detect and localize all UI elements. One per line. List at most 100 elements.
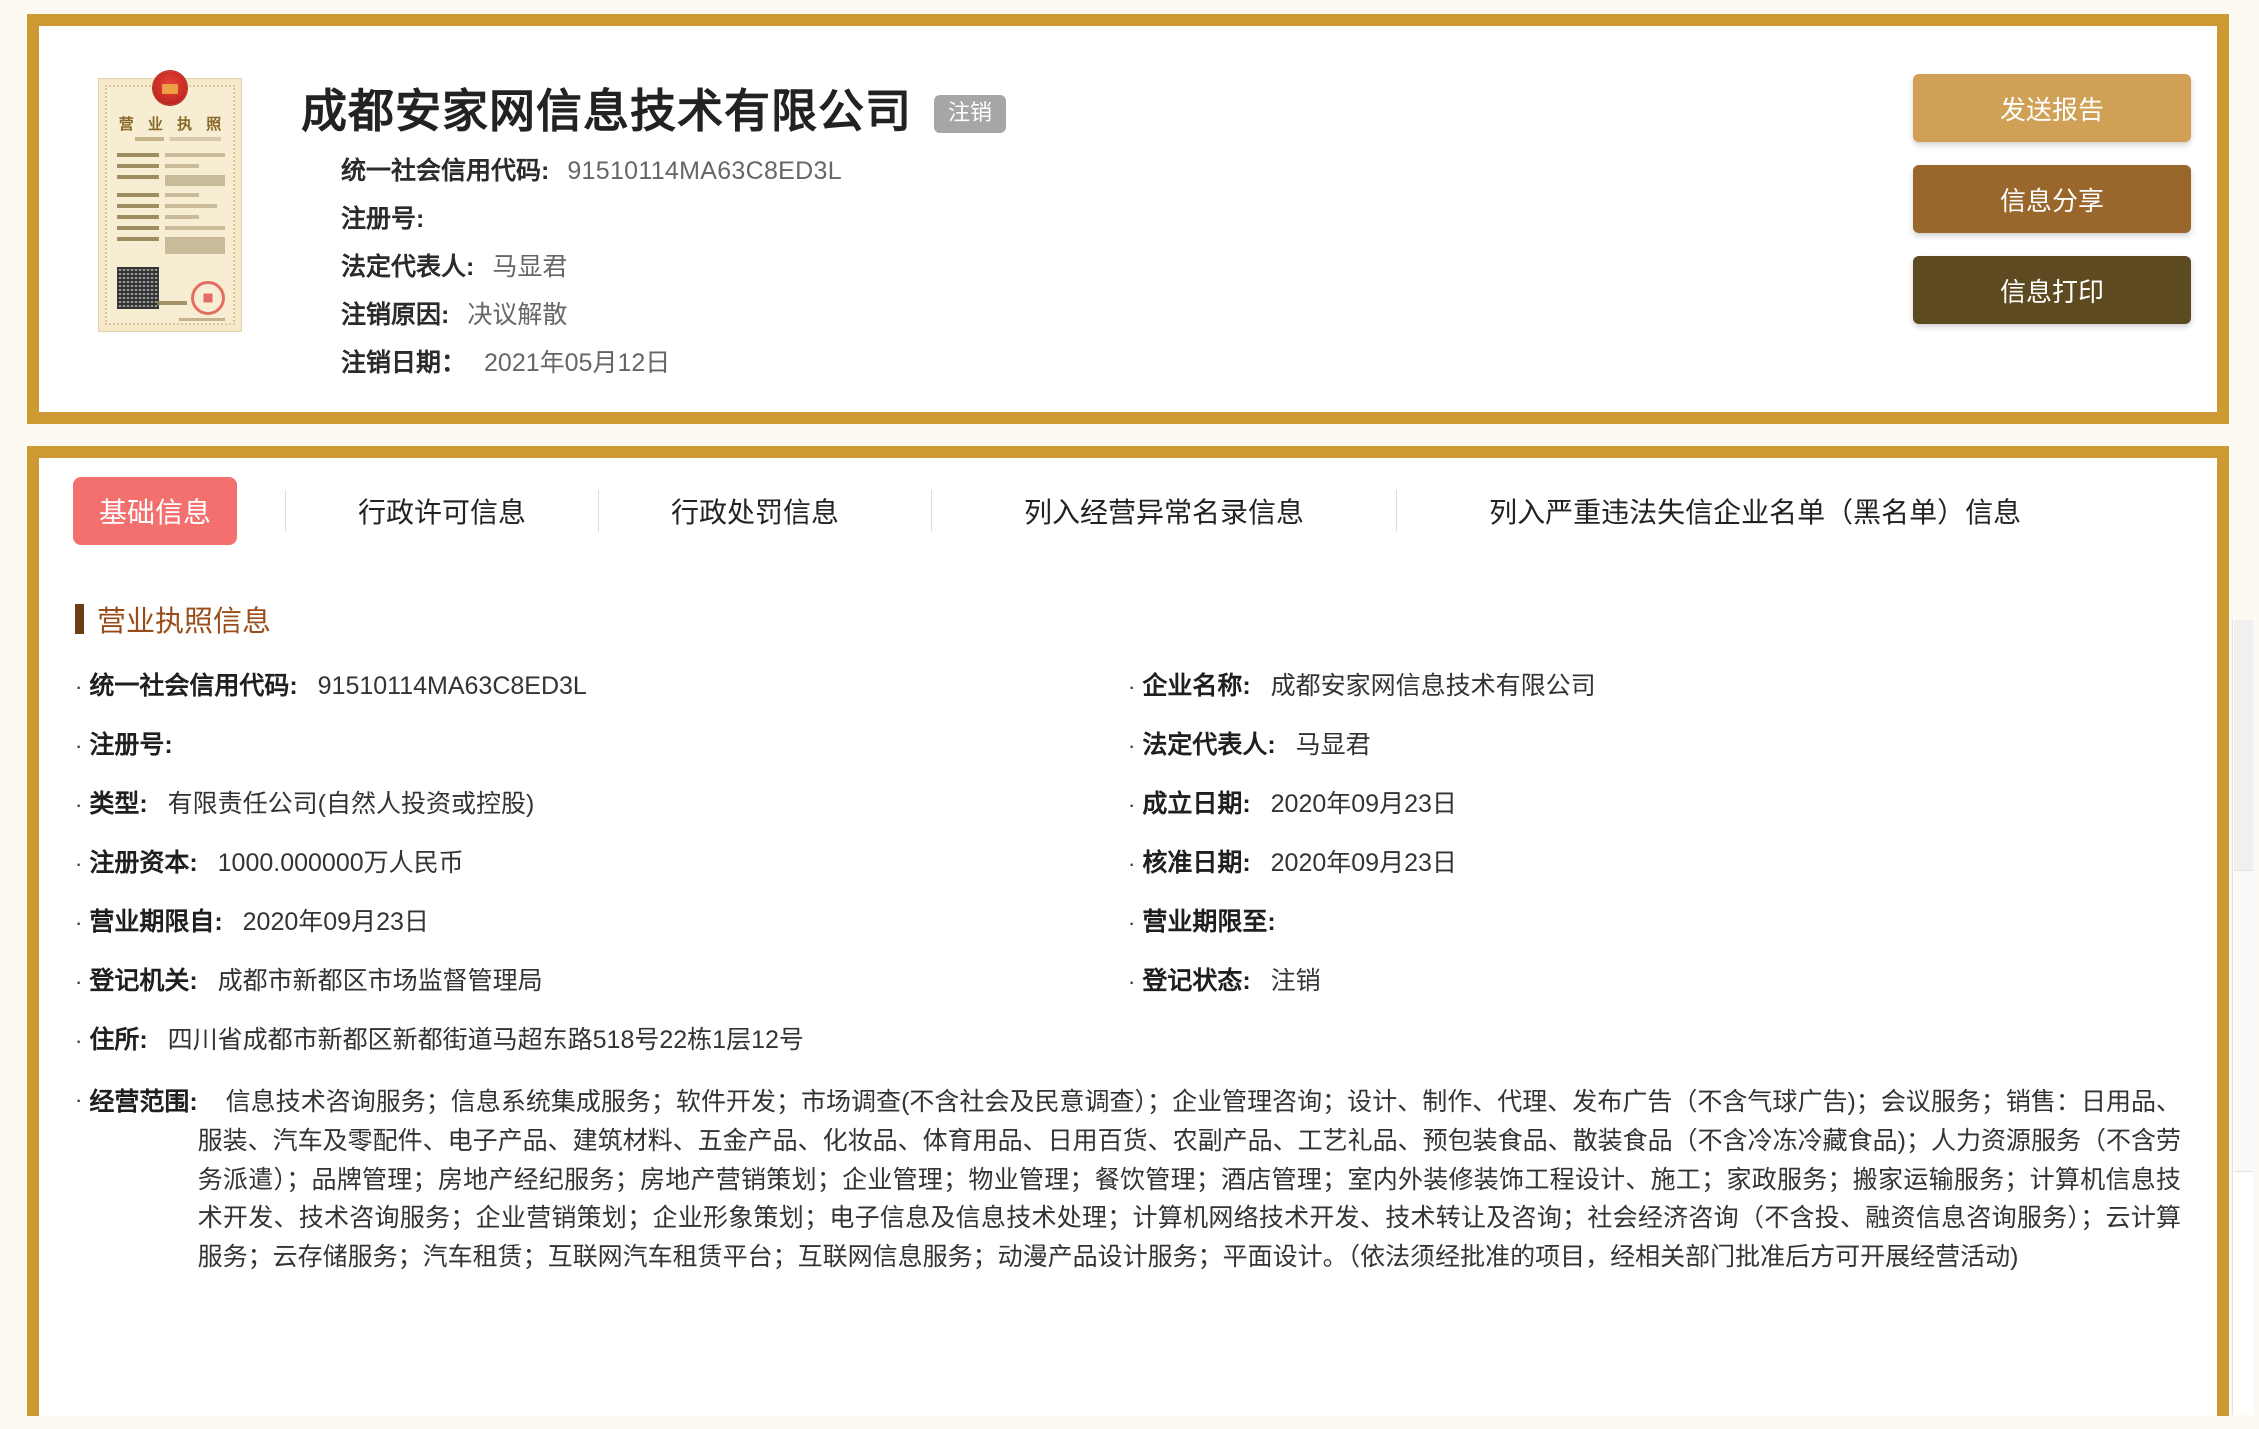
tab-basic-info[interactable]: 基础信息 xyxy=(73,477,238,545)
license-info-section: 营业执照信息 · 统一社会信用代码: 91510114MA63C8ED3L · … xyxy=(39,564,2217,1429)
page-root: 营 业 执 照 成都安家网信息技术有限公司 注销 统一社会信用代码: 91510… xyxy=(0,0,2259,1429)
license-fields-grid: · 统一社会信用代码: 91510114MA63C8ED3L · 企业名称: 成… xyxy=(75,666,2181,1079)
share-info-button[interactable]: 信息分享 xyxy=(1913,165,2191,233)
label-establish-date: 成立日期: xyxy=(1142,790,1251,818)
bullet-icon: · xyxy=(1128,733,1136,758)
field-approval-date: · 核准日期: 2020年09月23日 xyxy=(1128,843,2181,902)
tab-divider xyxy=(598,490,600,532)
bullet-icon: · xyxy=(1128,792,1136,817)
value-business-scope: 信息技术咨询服务；信息系统集成服务；软件开发；市场调查(不含社会及民意调查）；企… xyxy=(197,1088,2181,1271)
license-title-text: 营 业 执 照 xyxy=(118,116,227,133)
scrollbar-thumb[interactable] xyxy=(2234,620,2253,871)
field-registered-capital: · 注册资本: 1000.000000万人民币 xyxy=(75,843,1128,902)
tab-bar: 基础信息 行政许可信息 行政处罚信息 列入经营异常名录信息 列入严重违法失信企业… xyxy=(39,458,2217,564)
license-qr-code xyxy=(117,267,159,309)
field-business-scope: · 经营范围: 信息技术咨询服务；信息系统集成服务；软件开发；市场调查(不含社会… xyxy=(75,1083,2181,1277)
field-company-type: · 类型: 有限责任公司(自然人投资或控股) xyxy=(75,784,1128,843)
value-address: 四川省成都市新都区新都街道马超东路518号22栋1层12号 xyxy=(167,1026,804,1054)
header-label-reg-number: 注册号: xyxy=(341,204,425,233)
send-report-button[interactable]: 发送报告 xyxy=(1913,74,2191,142)
company-title-row: 成都安家网信息技术有限公司 注销 xyxy=(301,86,1887,137)
header-value-credit-code: 91510114MA63C8ED3L xyxy=(567,156,842,185)
license-border: 营 业 执 照 xyxy=(105,71,235,325)
bullet-icon: · xyxy=(1128,969,1136,994)
section-heading-text: 营业执照信息 xyxy=(97,606,272,638)
bullet-icon: · xyxy=(1128,674,1136,699)
national-emblem-icon xyxy=(153,71,187,105)
tab-admin-license[interactable]: 行政许可信息 xyxy=(358,491,526,531)
value-term-from: 2020年09月23日 xyxy=(242,908,429,936)
vertical-scrollbar[interactable] xyxy=(2232,620,2253,1415)
label-credit-code: 统一社会信用代码: xyxy=(89,672,298,700)
business-license-thumbnail[interactable]: 营 业 执 照 xyxy=(39,48,301,332)
header-field-credit-code: 统一社会信用代码: 91510114MA63C8ED3L xyxy=(301,151,1887,187)
value-registration-status: 注销 xyxy=(1270,967,1321,995)
tab-divider xyxy=(931,490,933,532)
section-marker-icon xyxy=(75,604,84,634)
value-registration-authority: 成都市新都区市场监督管理局 xyxy=(217,967,543,995)
field-reg-number: · 注册号: xyxy=(75,725,1128,784)
page-title: 成都安家网信息技术有限公司 xyxy=(301,85,912,137)
label-term-to: 营业期限至: xyxy=(1142,908,1276,936)
license-certificate-image[interactable]: 营 业 执 照 xyxy=(98,71,242,332)
bullet-icon: · xyxy=(75,1028,83,1053)
tab-divider xyxy=(1396,490,1398,532)
tab-blacklist[interactable]: 列入严重违法失信企业名单（黑名单）信息 xyxy=(1489,491,2021,531)
tab-admin-penalty[interactable]: 行政处罚信息 xyxy=(671,491,839,531)
license-code-line xyxy=(135,137,221,141)
bullet-icon: · xyxy=(75,733,83,758)
field-term-to: · 营业期限至: xyxy=(1128,902,2181,961)
header-label-cancel-date: 注销日期： xyxy=(341,348,467,377)
field-company-name: · 企业名称: 成都安家网信息技术有限公司 xyxy=(1128,666,2181,725)
label-approval-date: 核准日期: xyxy=(1142,849,1251,877)
header-field-legal-rep: 法定代表人: 马显君 xyxy=(301,247,1887,283)
value-credit-code: 91510114MA63C8ED3L xyxy=(317,672,587,700)
field-credit-code: · 统一社会信用代码: 91510114MA63C8ED3L xyxy=(75,666,1128,725)
label-registered-capital: 注册资本: xyxy=(89,849,198,877)
header-value-cancel-date: 2021年05月12日 xyxy=(484,348,671,377)
company-header-panel: 营 业 执 照 成都安家网信息技术有限公司 注销 统一社会信用代码: 91510… xyxy=(27,14,2229,424)
label-company-type: 类型: xyxy=(89,790,148,818)
header-label-legal-rep: 法定代表人: xyxy=(341,252,475,281)
bullet-icon: · xyxy=(75,969,83,994)
header-value-legal-rep: 马显君 xyxy=(492,252,568,281)
bullet-icon: · xyxy=(75,851,83,876)
header-value-cancel-reason: 决议解散 xyxy=(467,300,568,329)
label-legal-rep: 法定代表人: xyxy=(1142,731,1276,759)
license-date-line xyxy=(179,318,225,321)
scrollbar-track-segment[interactable] xyxy=(2234,871,2253,1172)
field-establish-date: · 成立日期: 2020年09月23日 xyxy=(1128,784,2181,843)
status-badge: 注销 xyxy=(934,95,1007,134)
label-address: 住所: xyxy=(89,1026,148,1054)
value-company-type: 有限责任公司(自然人投资或控股) xyxy=(167,790,535,818)
license-field-lines xyxy=(117,151,225,259)
header-field-cancel-date: 注销日期： 2021年05月12日 xyxy=(301,343,1887,379)
bullet-icon: · xyxy=(75,1087,83,1112)
bullet-icon: · xyxy=(75,792,83,817)
label-reg-number: 注册号: xyxy=(89,731,173,759)
header-label-credit-code: 统一社会信用代码: xyxy=(341,156,550,185)
field-term-from: · 营业期限自: 2020年09月23日 xyxy=(75,902,1128,961)
company-summary: 成都安家网信息技术有限公司 注销 统一社会信用代码: 91510114MA63C… xyxy=(301,48,1887,391)
header-label-cancel-reason: 注销原因: xyxy=(341,300,450,329)
tab-abnormal-list[interactable]: 列入经营异常名录信息 xyxy=(1024,491,1304,531)
field-registration-authority: · 登记机关: 成都市新都区市场监督管理局 xyxy=(75,961,1128,1020)
field-address: · 住所: 四川省成都市新都区新都街道马超东路518号22栋1层12号 xyxy=(75,1020,2181,1079)
label-business-scope: 经营范围: xyxy=(89,1088,198,1116)
label-term-from: 营业期限自: xyxy=(89,908,223,936)
header-field-cancel-reason: 注销原因: 决议解散 xyxy=(301,295,1887,331)
field-registration-status: · 登记状态: 注销 xyxy=(1128,961,2181,1020)
value-company-name: 成都安家网信息技术有限公司 xyxy=(1270,672,1596,700)
header-field-reg-number: 注册号: xyxy=(301,199,1887,235)
label-registration-authority: 登记机关: xyxy=(89,967,198,995)
value-approval-date: 2020年09月23日 xyxy=(1270,849,1457,877)
label-registration-status: 登记状态: xyxy=(1142,967,1251,995)
value-legal-rep: 马显君 xyxy=(1295,731,1371,759)
bullet-icon: · xyxy=(75,910,83,935)
value-registered-capital: 1000.000000万人民币 xyxy=(217,849,464,877)
print-info-button[interactable]: 信息打印 xyxy=(1913,256,2191,324)
license-issuer-line xyxy=(157,301,187,305)
field-legal-rep: · 法定代表人: 马显君 xyxy=(1128,725,2181,784)
tab-divider xyxy=(285,490,287,532)
value-establish-date: 2020年09月23日 xyxy=(1270,790,1457,818)
